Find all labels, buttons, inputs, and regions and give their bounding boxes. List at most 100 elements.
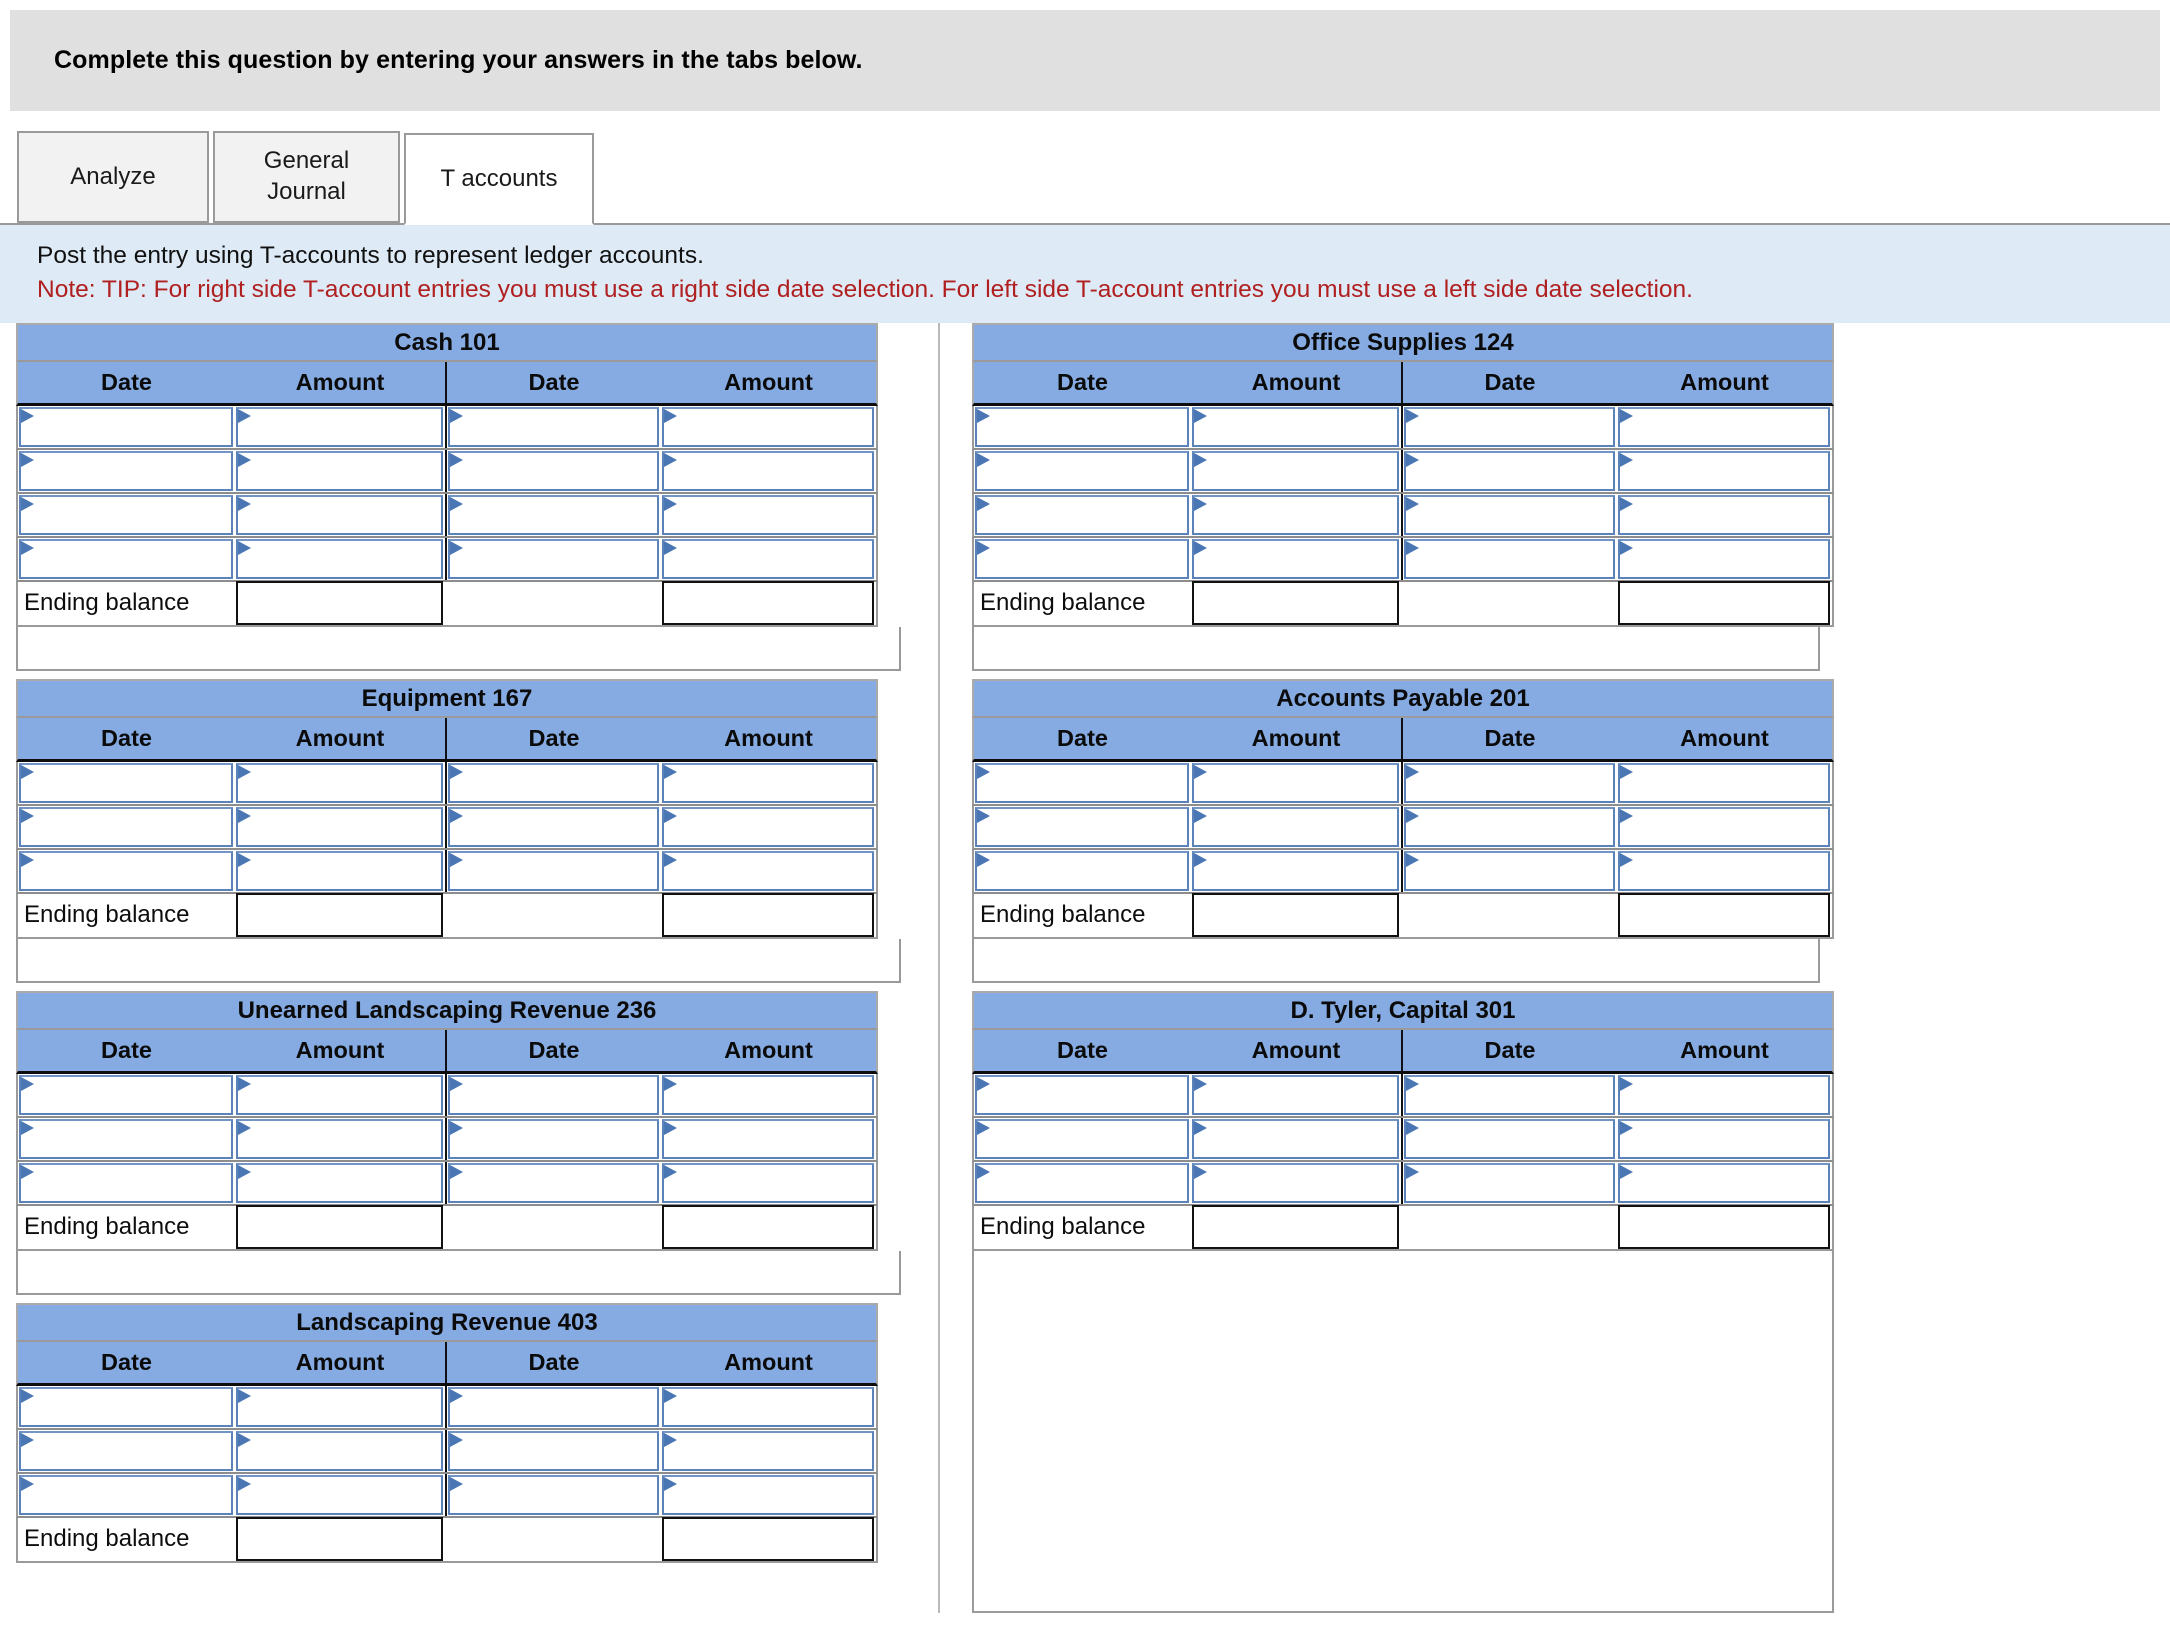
date-cell-right[interactable] [445,805,661,848]
amount-cell-left[interactable] [1191,450,1401,492]
ending-balance-cell-left[interactable] [1191,580,1401,625]
date-cell-left[interactable] [18,450,235,492]
date-cell-left[interactable] [18,762,235,804]
amount-cell-left[interactable] [235,1430,445,1472]
amount-cell-right[interactable] [1617,762,1832,804]
date-select-right[interactable] [448,538,659,579]
amount-cell-right[interactable] [1617,1118,1832,1160]
amount-cell-left[interactable] [235,806,445,848]
date-select-right[interactable] [1404,494,1615,535]
date-select-right[interactable] [1404,1118,1615,1159]
date-cell-left[interactable] [974,494,1191,536]
date-select-right[interactable] [1404,538,1615,579]
amount-input-right[interactable] [662,762,874,803]
date-select-left[interactable] [975,1162,1189,1203]
date-select-left[interactable] [975,1074,1189,1115]
date-select-left[interactable] [975,762,1189,803]
date-select-left[interactable] [19,1474,233,1515]
amount-input-right[interactable] [662,1474,874,1515]
amount-input-right[interactable] [662,806,874,847]
ending-balance-cell-right[interactable] [1617,580,1832,625]
amount-cell-right[interactable] [1617,850,1832,892]
date-cell-left[interactable] [974,406,1191,448]
date-cell-left[interactable] [18,1162,235,1204]
date-select-left[interactable] [975,406,1189,447]
date-select-left[interactable] [19,1430,233,1471]
date-cell-left[interactable] [974,450,1191,492]
amount-input-left[interactable] [1192,494,1399,535]
amount-input-right[interactable] [1618,1074,1830,1115]
amount-input-left[interactable] [236,494,443,535]
amount-input-left[interactable] [236,762,443,803]
amount-cell-right[interactable] [661,1474,876,1516]
date-cell-left[interactable] [18,538,235,580]
amount-cell-right[interactable] [661,1074,876,1116]
ending-balance-cell-right[interactable] [661,1204,876,1249]
amount-cell-left[interactable] [235,450,445,492]
ending-balance-cell-left[interactable] [1191,1204,1401,1249]
ending-balance-input-left[interactable] [1192,580,1399,625]
amount-input-left[interactable] [236,1386,443,1427]
amount-cell-left[interactable] [1191,850,1401,892]
amount-input-left[interactable] [1192,806,1399,847]
date-cell-right[interactable] [1401,761,1617,804]
ending-balance-cell-right[interactable] [1617,892,1832,937]
ending-balance-cell-right[interactable] [661,580,876,625]
amount-cell-left[interactable] [1191,1162,1401,1204]
date-select-right[interactable] [448,806,659,847]
amount-cell-right[interactable] [661,1118,876,1160]
amount-cell-right[interactable] [661,450,876,492]
date-select-left[interactable] [975,450,1189,491]
date-cell-right[interactable] [445,405,661,448]
amount-cell-left[interactable] [235,494,445,536]
tab-analyze[interactable]: Analyze [17,131,209,223]
amount-cell-left[interactable] [235,1474,445,1516]
amount-input-left[interactable] [1192,406,1399,447]
amount-input-left[interactable] [1192,850,1399,891]
date-select-left[interactable] [975,538,1189,579]
ending-balance-input-left[interactable] [1192,1204,1399,1249]
date-select-left[interactable] [975,806,1189,847]
date-select-right[interactable] [448,1474,659,1515]
date-cell-right[interactable] [1401,449,1617,492]
ending-balance-cell-right[interactable] [661,1516,876,1561]
date-select-left[interactable] [19,1386,233,1427]
amount-cell-left[interactable] [1191,406,1401,448]
ending-balance-input-right[interactable] [662,1516,874,1561]
amount-input-left[interactable] [236,1118,443,1159]
ending-balance-input-left[interactable] [236,1204,443,1249]
date-cell-left[interactable] [18,406,235,448]
date-cell-left[interactable] [974,1074,1191,1116]
date-cell-right[interactable] [445,537,661,580]
amount-input-right[interactable] [662,1162,874,1203]
date-select-left[interactable] [19,406,233,447]
ending-balance-input-left[interactable] [236,1516,443,1561]
date-select-right[interactable] [1404,450,1615,491]
amount-cell-left[interactable] [235,1162,445,1204]
amount-cell-right[interactable] [661,1430,876,1472]
date-select-left[interactable] [19,1074,233,1115]
amount-cell-right[interactable] [1617,406,1832,448]
ending-balance-cell-left[interactable] [235,892,445,937]
date-cell-left[interactable] [18,1118,235,1160]
date-cell-left[interactable] [18,850,235,892]
ending-balance-input-left[interactable] [1192,892,1399,937]
date-select-left[interactable] [19,1118,233,1159]
ending-balance-input-left[interactable] [236,892,443,937]
date-select-right[interactable] [1404,406,1615,447]
amount-input-left[interactable] [236,450,443,491]
date-cell-right[interactable] [1401,849,1617,892]
ending-balance-input-left[interactable] [236,580,443,625]
amount-input-right[interactable] [662,450,874,491]
amount-input-right[interactable] [662,1074,874,1115]
amount-cell-left[interactable] [235,406,445,448]
date-cell-right[interactable] [1401,805,1617,848]
date-cell-left[interactable] [18,806,235,848]
ending-balance-input-right[interactable] [1618,892,1830,937]
amount-input-right[interactable] [662,1118,874,1159]
amount-input-left[interactable] [1192,538,1399,579]
date-select-right[interactable] [1404,1162,1615,1203]
date-cell-right[interactable] [1401,1117,1617,1160]
date-cell-right[interactable] [1401,537,1617,580]
amount-input-left[interactable] [236,850,443,891]
